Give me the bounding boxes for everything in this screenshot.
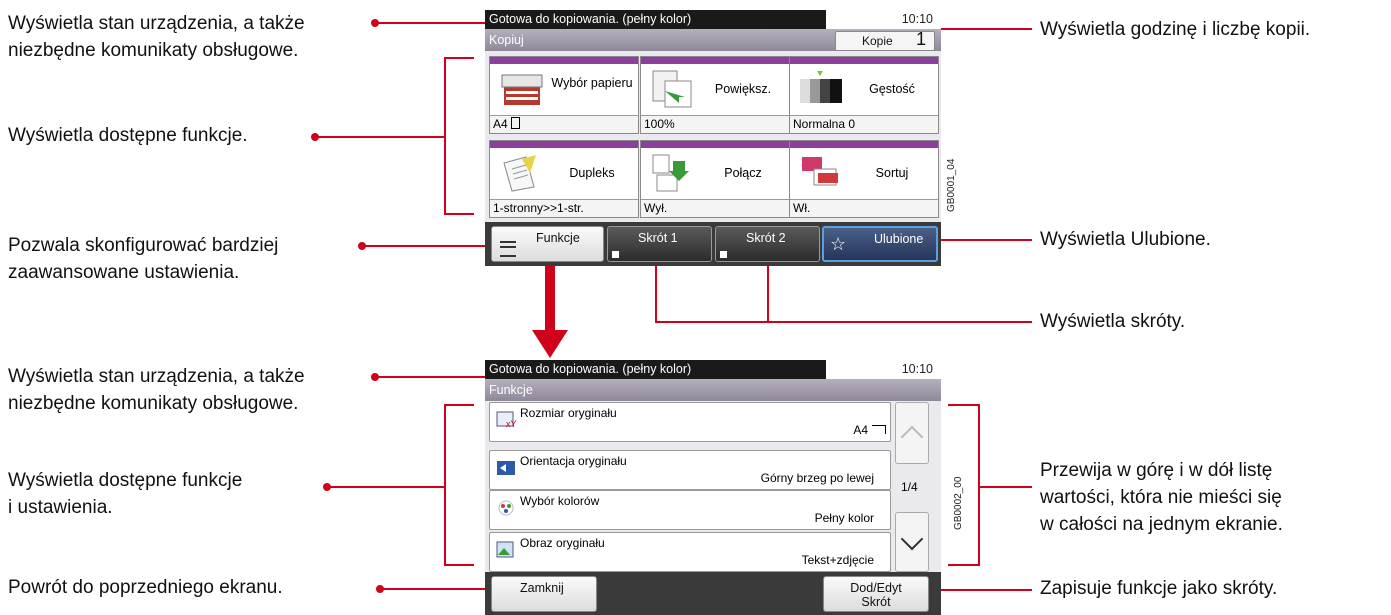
status-bar-2: Gotowa do kopiowania. (pełny kolor) 10:1… [485,360,941,379]
density-icon [800,71,842,103]
combine-icon [652,154,689,192]
status-message-2: Gotowa do kopiowania. (pełny kolor) [489,362,692,376]
collate-tile[interactable]: Sortuj Wł. [789,140,939,218]
callout-functions: Wyświetla dostępne funkcje. [8,125,248,146]
combine-tile[interactable]: Połącz Wył. [640,140,790,218]
callout-time-copies: Wyświetla godzinę i liczbę kopii. [1040,19,1311,40]
shortcut-icon [612,251,619,258]
functions-button[interactable]: Funkcje [491,226,604,262]
zoom-icon [652,70,692,108]
close-button[interactable]: Zamknij [491,576,597,612]
callout-functions-2: Wyświetla dostępne funkcje i ustawienia. [8,470,243,518]
clock: 10:10 [901,12,933,26]
list-item-original-orientation[interactable]: Orientacja oryginału Górny brzeg po lewe… [489,450,891,490]
callout-advanced: Pozwala skonfigurować bardziej zaawansowa… [8,235,279,283]
favorites-button[interactable]: ☆ Ulubione [822,226,938,262]
callout-scroll: Przewija w górę i w dół listę wartości, k… [1040,460,1283,535]
chevron-up-icon [900,425,924,449]
shortcut-icon [720,251,727,258]
paper-select-tile[interactable]: Wybór papieru A4 [489,56,639,134]
copies-button[interactable]: Kopie 1 [835,29,935,51]
scroll-down-button[interactable] [895,512,929,572]
scroll-up-button[interactable] [895,402,929,464]
list-icon-mid [500,246,516,248]
svg-text:xY: xY [506,419,516,429]
copy-screen: Gotowa do kopiowania. (pełny kolor) 10:1… [485,10,941,266]
title-bar-2: Funkcje [485,379,941,401]
figure-code-2: GB0002_00 [953,476,964,530]
screen-title-2: Funkcje [489,383,533,397]
clock-2: 10:10 [901,362,933,376]
density-tile[interactable]: Gęstość Normalna 0 [789,56,939,134]
functions-screen: Gotowa do kopiowania. (pełny kolor) 10:1… [485,360,941,615]
bottom-bar-2: Zamknij Dod/Edyt Skrót [485,572,941,615]
add-edit-shortcut-button[interactable]: Dod/Edyt Skrót [823,576,929,612]
list-item-original-size[interactable]: xY Rozmiar oryginału A4 [489,402,891,442]
callout-save: Zapisuje funkcje jako skróty. [1040,578,1278,599]
star-icon: ☆ [830,234,847,254]
figure-code-1: GB0001_04 [946,158,957,212]
list-icon [500,241,516,257]
shortcut-2-button[interactable]: Skrót 2 [715,226,820,262]
list-item-original-image[interactable]: Obraz oryginału Tekst+zdjęcie [489,532,891,572]
callout-back: Powrót do poprzedniego ekranu. [8,577,283,598]
portrait-page-icon [511,117,521,129]
original-size-icon: xY [496,411,516,429]
page-indicator: 1/4 [901,480,918,494]
original-image-icon [496,541,514,558]
zoom-tile[interactable]: Powiększ. 100% [640,56,790,134]
copies-count: 1 [916,29,927,49]
color-select-icon [498,500,514,516]
status-message: Gotowa do kopiowania. (pełny kolor) [489,12,692,26]
callout-status-text-2: Wyświetla stan urządzenia, a także niezbę… [8,366,305,414]
collate-icon [802,157,838,186]
callout-favorites: Wyświetla Ulubione. [1040,229,1211,250]
bottom-bar: Funkcje Skrót 1 Skrót 2 ☆ Ulubione [485,222,941,266]
duplex-tile[interactable]: Dupleks 1-stronny>>1-str. [489,140,639,218]
callout-shortcuts: Wyświetla skróty. [1040,311,1186,332]
screen-title: Kopiuj [489,33,524,47]
shortcut-1-button[interactable]: Skrót 1 [607,226,712,262]
title-bar: Kopiuj Kopie 1 [485,29,941,51]
list-item-color-select[interactable]: Wybór kolorów Pełny kolor [489,490,891,530]
status-bar: Gotowa do kopiowania. (pełny kolor) 10:1… [485,10,941,29]
landscape-page-icon [872,425,886,434]
duplex-icon [503,155,536,192]
chevron-down-icon [900,527,924,551]
paper-tray-icon [501,74,543,105]
orientation-icon [497,461,515,475]
callout-status-text: Wyświetla stan urządzenia, a także niezbę… [8,13,305,61]
